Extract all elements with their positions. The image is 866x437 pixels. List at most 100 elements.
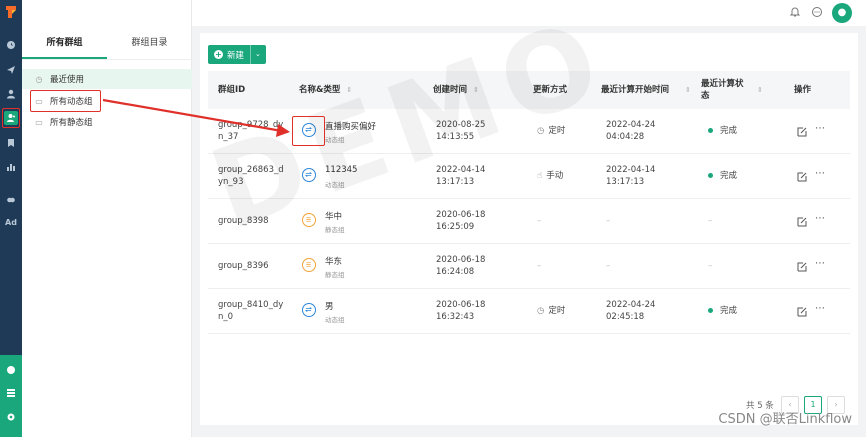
static-group-icon [302,213,316,227]
static-group-icon [302,258,316,272]
col-last-calc-status[interactable]: 最近计算状态 ⇕ [701,71,771,109]
calc-status: 完成 [708,305,737,317]
sidebar-item-recent[interactable]: ◷ 最近使用 [22,69,192,89]
rail-highlight-frame [2,108,20,128]
table-header: 群组ID 名称&类型 ⇕ 创建时间 ⇕ 更新方式 最近计算开始时间 ⇕ 最近计算状态 ⇕… [208,71,850,109]
col-last-calc-start[interactable]: 最近计算开始时间 ⇕ [601,71,691,109]
table-row[interactable]: group_8398 华中静态组 2020-06-18 16:25:09 – – – ⋯ [208,199,850,244]
table-row[interactable]: group_26863_d yn_93 112345 动态组 2022-04-14 13:… [208,154,850,199]
update-mode: – [537,216,542,226]
edit-icon[interactable] [797,307,807,317]
update-mode: ◷ 定时 [537,306,566,316]
more-icon[interactable]: ⋯ [815,168,825,179]
created-time: 2022-04-14 13:17:13 [436,165,486,187]
groups-card: + 新建 ⌄ 群组ID 名称&类型 ⇕ 创建时间 ⇕ 更新方式 最近计算开始时间 ⇕ … [200,33,858,425]
clock-icon: ◷ [537,306,545,316]
clock-icon: ◷ [537,126,545,136]
tab-all-groups[interactable]: 所有群组 [22,30,107,59]
update-mode: ◷ 定时 [537,126,566,136]
group-type: 静态组 [325,226,345,234]
group-type: 动态组 [325,181,345,189]
settings-gear-icon[interactable] [4,410,18,424]
sidebar-item-label: 所有静态组 [50,118,93,128]
col-created-time[interactable]: 创建时间 ⇕ [433,71,479,109]
group-name[interactable]: 华中 [325,210,342,222]
more-icon[interactable]: ⋯ [815,303,825,314]
created-time: 2020-08-25 14:13:55 [436,120,486,142]
dashboard-icon[interactable] [4,38,18,52]
table-row[interactable]: group_8410_dy n_0 男动态组 2020-06-18 16:32:43 ◷ 定… [208,289,850,334]
app-logo-icon [6,6,16,18]
ad-nav-item[interactable]: Ad [0,218,22,227]
apps-icon[interactable] [4,363,18,377]
sort-icon[interactable]: ⇕ [346,84,352,96]
col-group-id: 群组ID [218,85,246,95]
icon-highlight-frame [292,116,325,146]
folder-icon: ▭ [35,117,43,127]
status-dot [708,128,713,133]
update-mode: – [537,261,542,271]
new-group-button[interactable]: + 新建 ⌄ [208,45,266,64]
last-calc-start: – [606,216,611,226]
col-update-mode: 更新方式 [533,85,568,95]
user-icon[interactable] [4,87,18,101]
edit-icon[interactable] [797,262,807,272]
more-icon[interactable]: ⋯ [815,123,825,134]
dynamic-group-icon [302,303,316,317]
group-id: group_8396 [218,261,269,271]
send-icon[interactable] [4,63,18,77]
created-time: 2020-06-18 16:25:09 [436,210,486,232]
status-dot [708,173,713,178]
update-mode: ☝ 手动 [537,171,564,181]
chat-icon[interactable] [811,6,823,18]
plus-icon: + [214,50,223,59]
edit-icon[interactable] [797,217,807,227]
calc-status: 完成 [708,170,737,182]
left-nav-rail: Ad [0,0,22,437]
tab-group-directory[interactable]: 群组目录 [107,30,192,59]
clock-icon: ◷ [35,74,43,84]
group-name[interactable]: 直播购买偏好 [325,120,376,132]
group-id: group_9728_dy n_37 [218,120,284,142]
calc-status: 完成 [708,125,737,137]
group-id: group_8398 [218,216,269,226]
chevron-down-icon[interactable]: ⌄ [250,45,261,64]
bar-chart-icon[interactable] [4,160,18,174]
sidebar-tabs: 所有群组 群组目录 [22,30,192,60]
more-icon[interactable]: ⋯ [815,213,825,224]
new-button-label: 新建 [227,50,245,61]
calc-status: – [708,261,713,271]
edit-icon[interactable] [797,172,807,182]
user-avatar-icon[interactable]: ● [832,3,852,23]
more-icon[interactable]: ⋯ [815,258,825,269]
group-name[interactable]: 男 [325,300,334,312]
col-name-type[interactable]: 名称&类型 ⇕ [299,71,352,109]
group-name[interactable]: 112345 [325,165,357,175]
sidebar-item-static-groups[interactable]: ▭ 所有静态组 [22,112,192,132]
csdn-watermark: CSDN @联否Linkflow [718,412,852,427]
grid-icon[interactable] [4,386,18,400]
last-calc-start: 2022-04-24 04:04:28 [606,120,656,142]
bookmark-icon[interactable] [4,136,18,150]
dynamic-group-icon [302,168,316,182]
created-time: 2020-06-18 16:32:43 [436,300,486,322]
rail-bottom-panel [0,355,22,437]
sidebar-item-label: 最近使用 [50,75,85,85]
sort-icon[interactable]: ⇕ [473,84,479,96]
created-time: 2020-06-18 16:24:08 [436,255,486,277]
link-icon[interactable] [4,193,18,207]
calc-status: – [708,216,713,226]
bell-icon[interactable] [789,6,801,18]
group-type: 动态组 [325,136,345,144]
sort-icon[interactable]: ⇕ [757,84,763,96]
group-id: group_8410_dy n_0 [218,300,284,322]
sort-icon[interactable]: ⇕ [685,84,691,96]
edit-icon[interactable] [797,127,807,137]
table-row[interactable]: group_8396 华东 静态组 2020-06-18 16:24:08 – – – ⋯ [208,244,850,289]
last-calc-start: 2022-04-14 13:17:13 [606,165,656,187]
hand-icon: ☝ [537,171,543,181]
group-type: 动态组 [325,316,345,324]
group-sidebar: 所有群组 群组目录 ◷ 最近使用 ▭ 所有动态组 ▭ 所有静态组 [22,0,192,437]
top-bar: ● [192,0,866,26]
group-name[interactable]: 华东 [325,255,342,267]
